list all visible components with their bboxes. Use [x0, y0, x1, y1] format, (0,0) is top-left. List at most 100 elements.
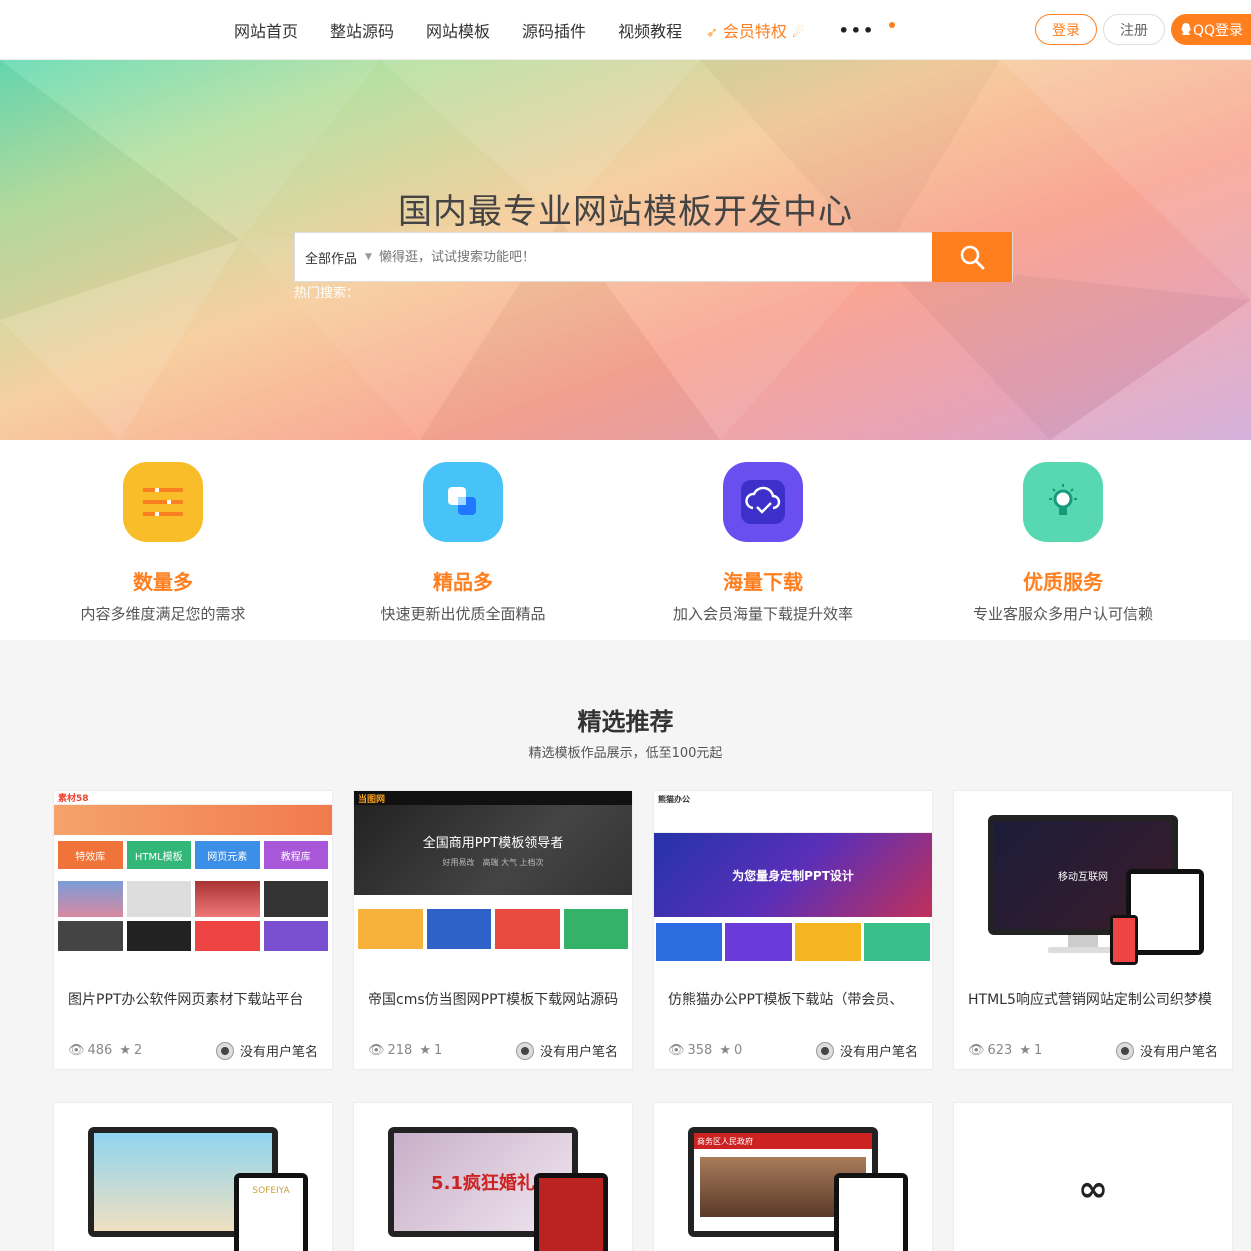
layers-icon: [423, 462, 503, 542]
feature-desc: 内容多维度满足您的需求: [80, 605, 246, 623]
nav-template[interactable]: 网站模板: [426, 18, 490, 42]
wing-icon: ☄: [792, 25, 805, 41]
avatar: [815, 1041, 834, 1060]
qq-login-button[interactable]: QQ登录: [1171, 14, 1251, 45]
template-thumbnail[interactable]: 熊猫办公 为您量身定制PPT设计: [654, 791, 932, 973]
template-card[interactable]: 商务区人民政府: [653, 1102, 933, 1251]
thumb-label: 好用易改 高端 大气 上档次: [442, 858, 544, 867]
template-card[interactable]: SOFEIYA: [53, 1102, 333, 1251]
template-title[interactable]: HTML5响应式营销网站定制公司织梦模: [954, 973, 1232, 1009]
eye-icon: 👁: [668, 1043, 685, 1058]
star-icon: ★: [719, 1043, 731, 1058]
caret-down-icon: ▼: [365, 252, 372, 262]
template-title[interactable]: 图片PPT办公软件网页素材下载站平台: [54, 973, 332, 1009]
feature-title: 精品多: [433, 570, 493, 594]
nav-source[interactable]: 整站源码: [330, 18, 394, 42]
thumb-label: 商务区人民政府: [694, 1133, 872, 1149]
search-input[interactable]: [379, 233, 932, 281]
author-name[interactable]: 没有用户笔名: [840, 1041, 918, 1060]
view-count: 623: [987, 1043, 1013, 1058]
star-icon: ★: [119, 1043, 131, 1058]
thumb-label: 网页元素: [195, 841, 260, 869]
feature-item: 海量下载 加入会员海量下载提升效率: [613, 462, 913, 624]
template-title[interactable]: 帝国cms仿当图网PPT模板下载网站源码: [354, 973, 632, 1009]
auth-buttons: 登录 注册 QQ登录: [1035, 14, 1251, 45]
template-meta: 👁 218 ★ 1 没有用户笔名: [368, 1041, 618, 1060]
feature-desc: 专业客服众多用户认可信赖: [972, 605, 1153, 623]
star-count: 1: [434, 1043, 443, 1058]
cloud-download-icon: [723, 462, 803, 542]
thumb-label: 特效库: [58, 841, 123, 869]
avatar: [1115, 1041, 1134, 1060]
view-count: 218: [387, 1043, 413, 1058]
main-nav: 网站首页 整站源码 网站模板 源码插件 视频教程 ➶ 会员特权 ☄ •••: [218, 0, 896, 60]
category-select[interactable]: 全部作品 ▼: [295, 248, 379, 267]
feature-title: 优质服务: [1023, 570, 1103, 594]
template-card[interactable]: 5.1疯狂婚礼: [353, 1102, 633, 1251]
thumb-label: HTML模板: [126, 841, 191, 869]
section-subtitle: 精选模板作品展示，低至100元起: [528, 746, 723, 761]
star-icon: ★: [419, 1043, 431, 1058]
template-card[interactable]: 当图网 全国商用PPT模板领导者 好用易改 高端 大气 上档次 帝国cms仿当图…: [353, 790, 633, 1070]
lightbulb-icon: [1023, 462, 1103, 542]
avatar: [515, 1041, 534, 1060]
loading-card: ∞: [953, 1102, 1233, 1251]
feature-item: 精品多 快速更新出优质全面精品: [313, 462, 613, 624]
eye-icon: 👁: [368, 1043, 385, 1058]
star-count: 0: [734, 1043, 743, 1058]
author-name[interactable]: 没有用户笔名: [540, 1041, 618, 1060]
register-button[interactable]: 注册: [1103, 14, 1165, 45]
nav-video[interactable]: 视频教程: [618, 18, 682, 42]
thumb-label: 教程库: [263, 841, 328, 869]
template-thumbnail[interactable]: 当图网 全国商用PPT模板领导者 好用易改 高端 大气 上档次: [354, 791, 632, 973]
search-bar: 全部作品 ▼: [294, 232, 1013, 282]
top-header: 网站首页 整站源码 网站模板 源码插件 视频教程 ➶ 会员特权 ☄ ••• 登录…: [0, 0, 1251, 60]
eye-icon: 👁: [968, 1043, 985, 1058]
hot-search-label: 热门搜索：: [294, 286, 360, 301]
hero-title: 国内最专业网站模板开发中心: [398, 192, 853, 232]
nav-vip[interactable]: ➶ 会员特权 ☄: [706, 18, 805, 42]
template-thumbnail[interactable]: 移动互联网: [954, 791, 1232, 973]
wing-icon: ➶: [706, 25, 718, 41]
template-thumbnail[interactable]: 素材58 特效库 HTML模板 网页元素 教程库: [54, 791, 332, 973]
thumb-label: 当图网: [358, 794, 386, 805]
qq-login-label: QQ登录: [1192, 22, 1244, 39]
more-menu-button[interactable]: •••: [839, 21, 876, 40]
feature-item: 优质服务 专业客服众多用户认可信赖: [913, 462, 1213, 624]
star-count: 2: [134, 1043, 143, 1058]
author-name[interactable]: 没有用户笔名: [1140, 1041, 1218, 1060]
feature-item: 数量多 内容多维度满足您的需求: [13, 462, 313, 624]
notification-dot: [889, 22, 896, 28]
thumb-label: 为您量身定制PPT设计: [654, 833, 932, 917]
template-card[interactable]: 熊猫办公 为您量身定制PPT设计 仿熊猫办公PPT模板下载站（带会员、 👁 358…: [653, 790, 933, 1070]
template-meta: 👁 623 ★ 1 没有用户笔名: [968, 1041, 1218, 1060]
thumb-label: SOFEIYA: [239, 1178, 303, 1251]
template-card[interactable]: 素材58 特效库 HTML模板 网页元素 教程库 图片PPT办公软件网页素材下载…: [53, 790, 333, 1070]
avatar: [215, 1041, 234, 1060]
template-title[interactable]: 仿熊猫办公PPT模板下载站（带会员、: [654, 973, 932, 1009]
search-icon: [960, 245, 985, 270]
feature-desc: 快速更新出优质全面精品: [380, 605, 546, 623]
nav-home[interactable]: 网站首页: [234, 18, 298, 42]
category-label: 全部作品: [305, 251, 358, 267]
view-count: 486: [87, 1043, 113, 1058]
feature-title: 海量下载: [723, 570, 803, 594]
features-section: 数量多 内容多维度满足您的需求 精品多 快速更新出优质全面精品 海量下载 加入会…: [0, 440, 1251, 640]
template-meta: 👁 358 ★ 0 没有用户笔名: [668, 1041, 918, 1060]
search-button[interactable]: [932, 232, 1012, 282]
author-name[interactable]: 没有用户笔名: [240, 1041, 318, 1060]
eye-icon: 👁: [68, 1043, 85, 1058]
list-icon: [123, 462, 203, 542]
star-icon: ★: [1019, 1043, 1031, 1058]
star-count: 1: [1034, 1043, 1043, 1058]
feature-title: 数量多: [133, 570, 193, 594]
thumb-label: 熊猫办公: [658, 794, 690, 804]
template-card[interactable]: 移动互联网 HTML5响应式营销网站定制公司织梦模 👁 623 ★ 1 没有用户笔名: [953, 790, 1233, 1070]
nav-vip-label: 会员特权: [722, 22, 787, 41]
template-meta: 👁 486 ★ 2 没有用户笔名: [68, 1041, 318, 1060]
login-button[interactable]: 登录: [1035, 14, 1097, 45]
qq-icon: [1180, 22, 1191, 35]
section-title: 精选推荐: [577, 708, 674, 736]
view-count: 358: [687, 1043, 713, 1058]
nav-plugin[interactable]: 源码插件: [522, 18, 586, 42]
